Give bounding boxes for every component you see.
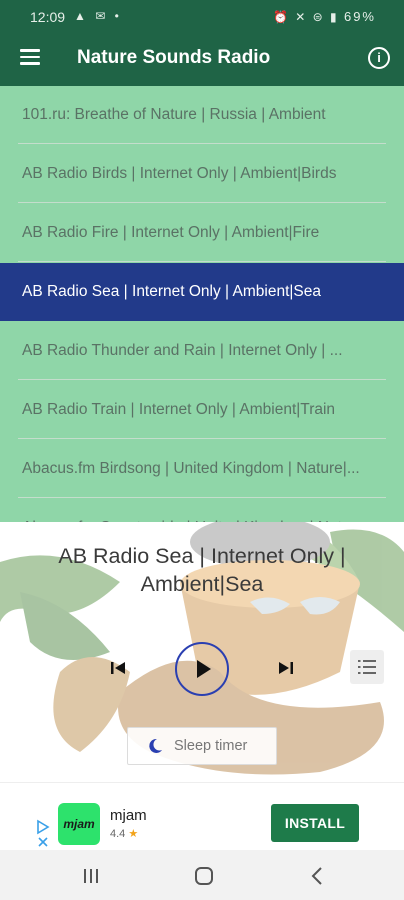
hamburger-menu-icon[interactable] (20, 49, 40, 65)
ad-banner[interactable]: mjam mjam 4.4 ★ INSTALL (0, 782, 404, 850)
ad-app-logo[interactable]: mjam (58, 803, 100, 845)
notification-icons: ▲ ✉ • (74, 9, 122, 23)
moon-icon (149, 738, 162, 753)
station-label: AB Radio Fire | Internet Only | Ambient|… (22, 224, 320, 241)
station-list-item[interactable]: AB Radio Thunder and Rain | Internet Onl… (0, 322, 404, 380)
station-label: AB Radio Train | Internet Only | Ambient… (22, 401, 336, 418)
station-label: Abacus.fm Birdsong | United Kingdom | Na… (22, 460, 360, 477)
home-icon[interactable] (195, 867, 213, 885)
next-track-icon[interactable] (274, 656, 298, 680)
system-nav-bar (0, 850, 404, 900)
status-time: 12:09 (30, 9, 66, 25)
station-list-item[interactable]: AB Radio Train | Internet Only | Ambient… (0, 381, 404, 439)
station-list-item[interactable]: AB Radio Sea | Internet Only | Ambient|S… (0, 263, 404, 321)
app-title: Nature Sounds Radio (77, 47, 271, 68)
app-bar: Nature Sounds Radio i (0, 32, 404, 86)
list-divider (18, 261, 386, 262)
player-panel: AB Radio Sea | Internet Only | Ambient|S… (0, 522, 404, 782)
list-divider (18, 202, 386, 203)
playlist-button[interactable] (350, 650, 384, 684)
star-icon: ★ (128, 828, 139, 840)
install-button[interactable]: INSTALL (271, 804, 359, 842)
station-label: AB Radio Thunder and Rain | Internet Onl… (22, 342, 343, 359)
station-list-item[interactable]: AB Radio Birds | Internet Only | Ambient… (0, 145, 404, 203)
sleep-timer-label: Sleep timer (174, 738, 248, 754)
list-icon (358, 660, 376, 674)
station-list: 101.ru: Breathe of Nature | Russia | Amb… (0, 86, 404, 526)
play-button[interactable] (175, 642, 229, 696)
ad-rating-value: 4.4 (110, 828, 126, 840)
ad-rating: 4.4 ★ (110, 827, 138, 840)
station-list-item[interactable]: AB Radio Fire | Internet Only | Ambient|… (0, 204, 404, 262)
station-list-item[interactable]: Abacus.fm Birdsong | United Kingdom | Na… (0, 440, 404, 498)
info-icon[interactable]: i (368, 47, 390, 69)
station-label: 101.ru: Breathe of Nature | Russia | Amb… (22, 106, 326, 123)
status-bar: 12:09 ▲ ✉ • ⏰ ✕ ⊜ ▮ 69% (0, 0, 404, 32)
list-divider (18, 438, 386, 439)
ad-app-name: mjam (110, 807, 147, 824)
station-label: AB Radio Birds | Internet Only | Ambient… (22, 165, 337, 182)
list-divider (18, 497, 386, 498)
list-divider (18, 143, 386, 144)
recent-apps-icon[interactable] (82, 868, 100, 884)
station-label: AB Radio Sea | Internet Only | Ambient|S… (22, 283, 321, 300)
system-status-icons: ⏰ ✕ ⊜ ▮ 69% (273, 9, 376, 24)
battery-percent: 69% (343, 9, 376, 24)
play-icon (197, 660, 211, 678)
ad-logo-text: mjam (63, 817, 95, 831)
system-icons: ⏰ ✕ ⊜ ▮ (272, 10, 339, 24)
list-divider (18, 379, 386, 380)
station-list-item[interactable]: 101.ru: Breathe of Nature | Russia | Amb… (0, 86, 404, 144)
sleep-timer-button[interactable]: Sleep timer (127, 727, 277, 765)
ad-choices-icon[interactable] (36, 819, 50, 847)
back-icon[interactable] (310, 866, 324, 886)
previous-track-icon[interactable] (106, 656, 130, 680)
now-playing-title: AB Radio Sea | Internet Only | Ambient|S… (58, 544, 346, 596)
